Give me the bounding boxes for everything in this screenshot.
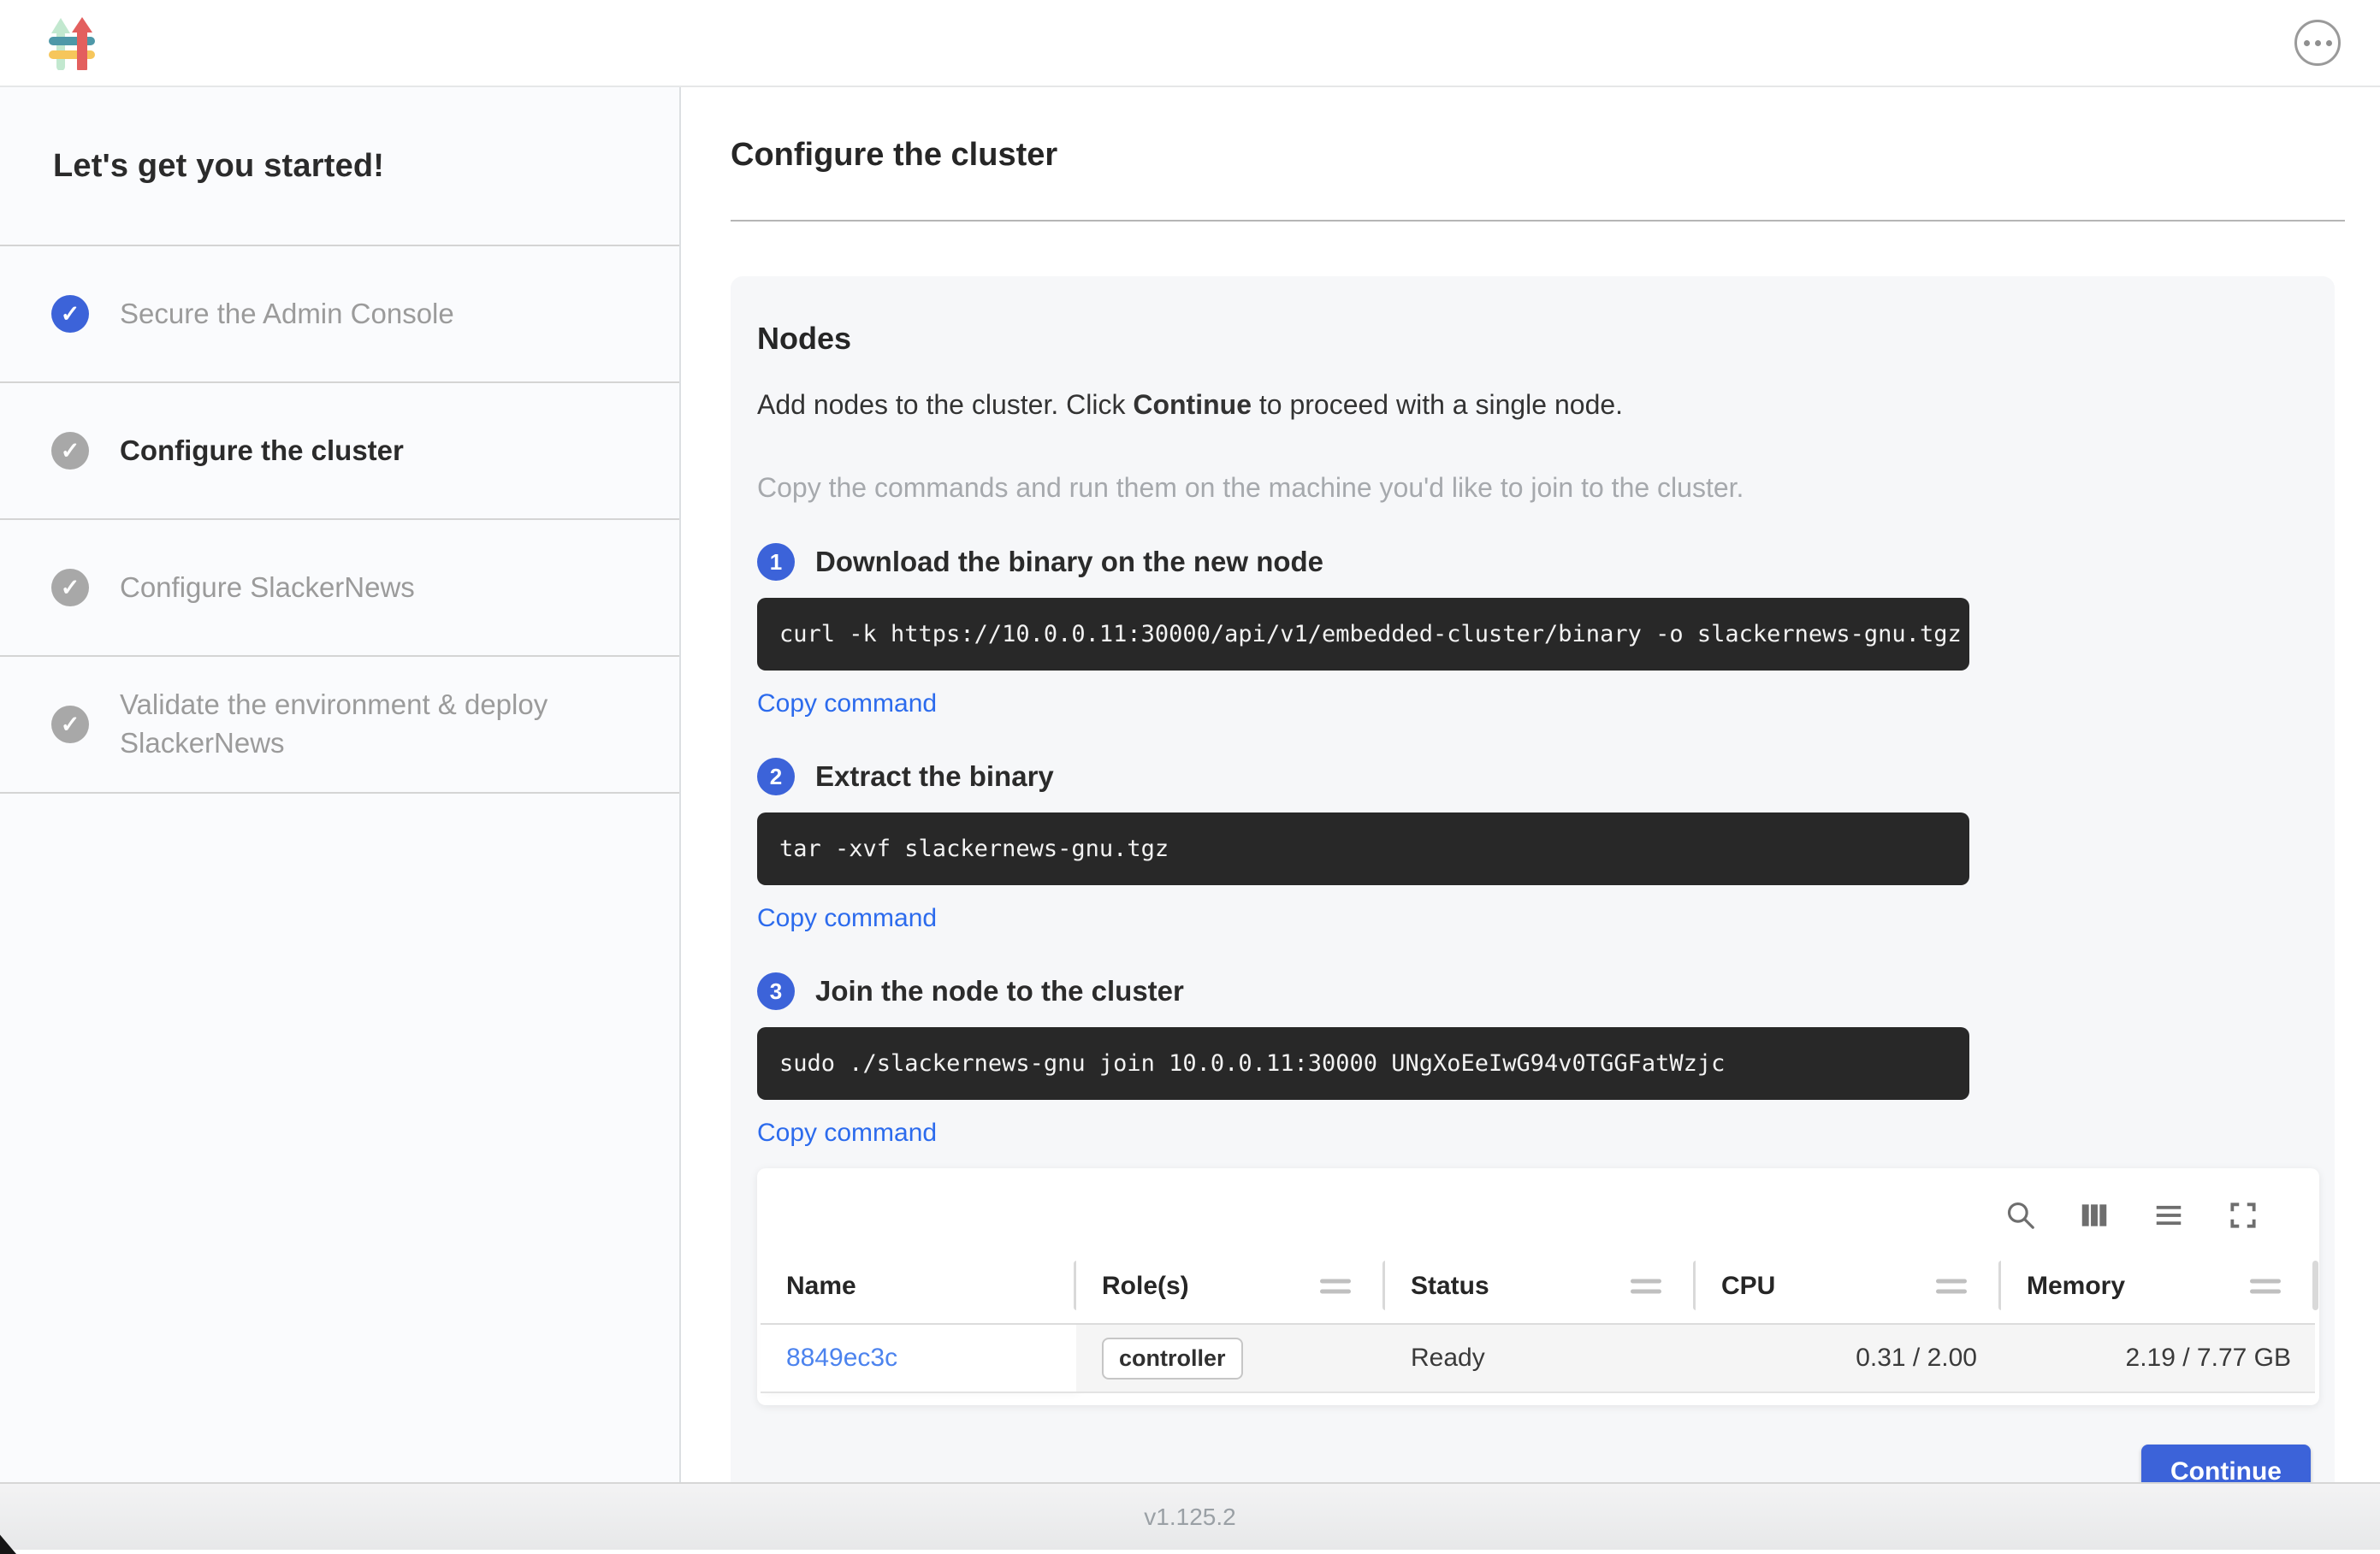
more-options-button[interactable] <box>2294 20 2341 66</box>
mouse-cursor <box>0 1532 16 1554</box>
step-3-number-badge: 3 <box>757 972 795 1010</box>
check-circle-icon: ✓ <box>51 706 89 743</box>
search-icon <box>2004 1199 2037 1232</box>
table-search-button[interactable] <box>2004 1199 2037 1232</box>
node-name-link[interactable]: 8849ec3c <box>786 1344 897 1372</box>
step-1-header: 1 Download the binary on the new node <box>757 543 2335 581</box>
sidebar-step-configure-slackernews[interactable]: ✓ Configure SlackerNews <box>0 520 679 657</box>
step-3-command-block[interactable]: sudo ./slackernews-gnu join 10.0.0.11:30… <box>757 1027 1969 1100</box>
nodes-card-title: Nodes <box>757 321 2335 357</box>
column-header-cpu[interactable]: CPU <box>1696 1249 2001 1324</box>
copy-commands-hint: Copy the commands and run them on the ma… <box>757 472 2335 504</box>
app-version: v1.125.2 <box>1144 1504 1235 1531</box>
column-drag-handle-icon[interactable] <box>1936 1279 1967 1293</box>
node-roles-cell: controller <box>1076 1324 1385 1392</box>
sidebar-step-configure-cluster[interactable]: ✓ Configure the cluster <box>0 383 679 520</box>
columns-icon <box>2078 1199 2111 1232</box>
role-badge: controller <box>1102 1338 1243 1380</box>
column-header-name[interactable]: Name <box>761 1249 1076 1324</box>
sidebar-step-label: Configure SlackerNews <box>120 569 415 607</box>
column-header-label: Name <box>786 1272 856 1300</box>
column-drag-handle-icon[interactable] <box>1320 1279 1351 1293</box>
slackernews-logo-icon <box>48 15 98 70</box>
column-header-memory[interactable]: Memory <box>2001 1249 2315 1324</box>
sidebar-step-validate-deploy[interactable]: ✓ Validate the environment & deploy Slac… <box>0 657 679 794</box>
ellipsis-icon <box>2326 40 2332 46</box>
table-toolbar <box>757 1168 2319 1249</box>
sidebar-step-label: Validate the environment & deploy Slacke… <box>120 686 616 762</box>
column-header-roles[interactable]: Role(s) <box>1076 1249 1385 1324</box>
check-circle-icon: ✓ <box>51 569 89 606</box>
page-title: Configure the cluster <box>731 137 2346 174</box>
nodes-table-card: Name Role(s) Status <box>757 1168 2319 1405</box>
step-2-command-block[interactable]: tar -xvf slackernews-gnu.tgz <box>757 812 1969 885</box>
nodes-card: Nodes Add nodes to the cluster. Click Co… <box>731 276 2335 1482</box>
table-fullscreen-button[interactable] <box>2227 1199 2259 1232</box>
table-columns-button[interactable] <box>2078 1199 2111 1232</box>
step-2-label: Extract the binary <box>815 760 1054 793</box>
column-header-status[interactable]: Status <box>1385 1249 1696 1324</box>
continue-button[interactable]: Continue <box>2141 1445 2311 1482</box>
footer: v1.125.2 <box>0 1482 2380 1550</box>
node-cpu-cell: 0.31 / 2.00 <box>1696 1324 2001 1392</box>
setup-sidebar: Let's get you started! ✓ Secure the Admi… <box>0 87 681 1482</box>
table-header-row: Name Role(s) Status <box>761 1249 2315 1324</box>
table-row: 8849ec3c controller Ready 0.31 / 2.00 2.… <box>761 1324 2315 1392</box>
top-bar <box>0 0 2380 87</box>
sidebar-title: Let's get you started! <box>0 87 679 246</box>
column-header-label: Role(s) <box>1102 1272 1189 1300</box>
sidebar-step-secure-admin-console[interactable]: ✓ Secure the Admin Console <box>0 246 679 383</box>
step-2-number-badge: 2 <box>757 758 795 795</box>
column-resize-handle[interactable] <box>2312 1261 2318 1310</box>
main-content: Configure the cluster Nodes Add nodes to… <box>681 87 2380 1482</box>
intro-text-post: to proceed with a single node. <box>1252 389 1623 420</box>
check-circle-icon: ✓ <box>51 432 89 470</box>
column-header-label: Memory <box>2027 1272 2125 1300</box>
fullscreen-icon <box>2227 1199 2259 1232</box>
column-header-label: CPU <box>1721 1272 1775 1300</box>
density-icon <box>2152 1199 2186 1232</box>
step-1-command-block[interactable]: curl -k https://10.0.0.11:30000/api/v1/e… <box>757 598 1969 671</box>
node-name-cell: 8849ec3c <box>761 1324 1076 1392</box>
column-drag-handle-icon[interactable] <box>2250 1279 2281 1293</box>
intro-text-continue: Continue <box>1133 389 1252 420</box>
sidebar-step-label: Configure the cluster <box>120 432 404 470</box>
step-3-label: Join the node to the cluster <box>815 975 1184 1007</box>
ellipsis-icon <box>2304 40 2310 46</box>
column-header-label: Status <box>1411 1272 1489 1300</box>
intro-text-pre: Add nodes to the cluster. Click <box>757 389 1133 420</box>
step-3-header: 3 Join the node to the cluster <box>757 972 2335 1010</box>
sidebar-step-label: Secure the Admin Console <box>120 295 454 334</box>
node-status-cell: Ready <box>1385 1324 1696 1392</box>
main-layout: Let's get you started! ✓ Secure the Admi… <box>0 87 2380 1482</box>
nodes-intro-text: Add nodes to the cluster. Click Continue… <box>757 389 2335 421</box>
step-1-copy-command-link[interactable]: Copy command <box>757 689 937 718</box>
node-memory-cell: 2.19 / 7.77 GB <box>2001 1324 2315 1392</box>
step-2-copy-command-link[interactable]: Copy command <box>757 904 937 933</box>
table-density-button[interactable] <box>2152 1199 2186 1232</box>
check-circle-icon: ✓ <box>51 295 89 333</box>
step-1-number-badge: 1 <box>757 543 795 581</box>
nodes-table: Name Role(s) Status <box>761 1249 2315 1393</box>
step-2-header: 2 Extract the binary <box>757 758 2335 795</box>
ellipsis-icon <box>2315 40 2321 46</box>
column-drag-handle-icon[interactable] <box>1631 1279 1661 1293</box>
step-1-label: Download the binary on the new node <box>815 546 1323 578</box>
title-divider <box>731 220 2345 222</box>
step-3-copy-command-link[interactable]: Copy command <box>757 1119 937 1148</box>
